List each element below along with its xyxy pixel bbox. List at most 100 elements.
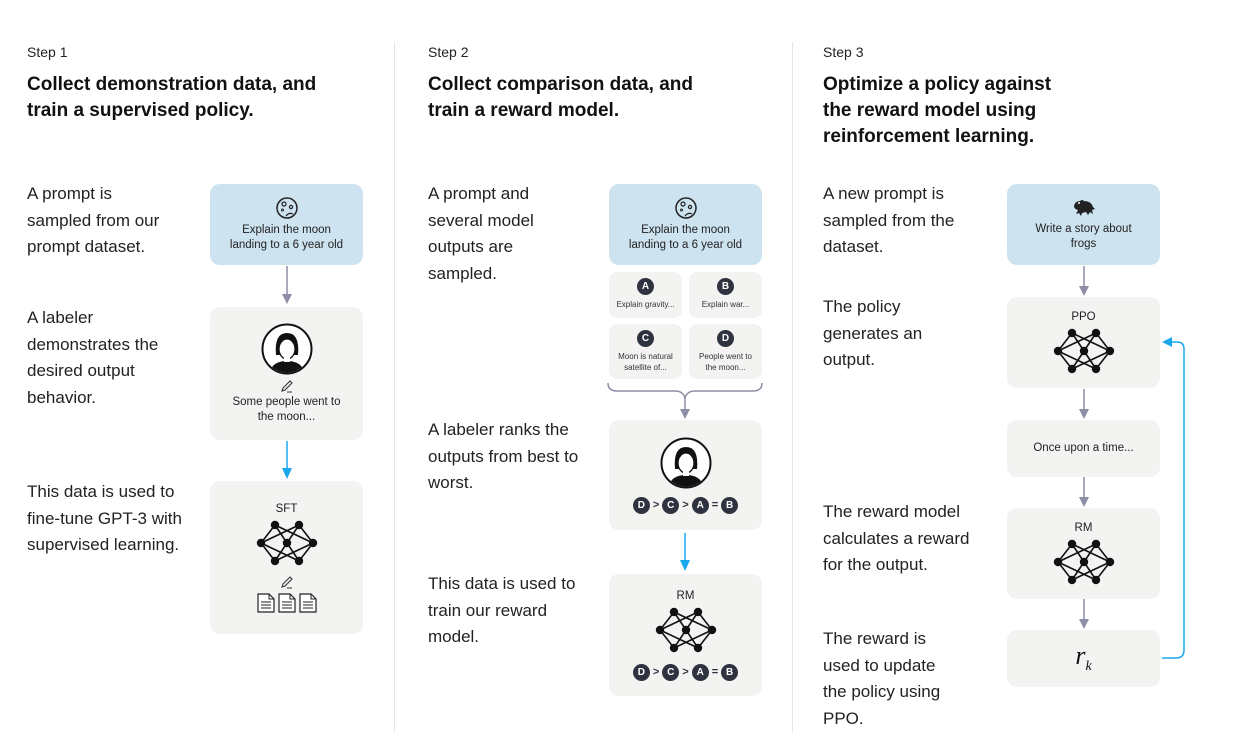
step-title: Collect demonstration data, and train a … (27, 74, 317, 121)
nn-node (1091, 539, 1100, 548)
rank-operator: > (652, 666, 660, 678)
step-description: This data is used to fine-tune GPT-3 wit… (27, 482, 182, 554)
training-documents (256, 592, 317, 613)
nn-node (1053, 346, 1062, 355)
training-arrow (282, 441, 292, 479)
nn-node (1067, 575, 1076, 584)
reward-subscript: k (1085, 659, 1092, 675)
rank-badge: D (632, 496, 650, 514)
nn-node (1079, 557, 1088, 566)
prompt-text: Explain the moon landing to a 6 year old (229, 224, 344, 251)
output-text: People went to the moon... (699, 352, 752, 372)
merge-brace-arrow (607, 382, 763, 419)
labeler-demonstration-box: Some people went to the moon... (210, 307, 363, 440)
step-2-column: Step 2 Collect comparison data, and trai… (395, 0, 792, 747)
output-badge: B (717, 278, 734, 295)
nn-node (1105, 346, 1114, 355)
rank-badge: D (632, 663, 650, 681)
ranking-row: D > C > A = B (632, 663, 739, 681)
nn-node (1091, 364, 1100, 373)
rank-operator: > (652, 499, 660, 511)
nn-node (270, 556, 279, 565)
step-description: The reward is used to update the policy … (823, 629, 941, 728)
output-badge: A (637, 278, 654, 295)
neural-network-icon (1051, 538, 1117, 586)
pencil-icon (280, 575, 294, 589)
nn-node (256, 538, 265, 547)
flow-arrow (1079, 389, 1089, 419)
nn-node (1105, 557, 1114, 566)
rank-operator: = (711, 499, 719, 511)
rank-operator: = (711, 666, 719, 678)
rank-operator: > (682, 499, 689, 511)
output-text: Once upon a time... (1033, 442, 1134, 454)
reward-value-box: rk (1007, 630, 1160, 687)
step-label: Step 1 (27, 44, 68, 60)
nn-node (1067, 364, 1076, 373)
output-text: Moon is natural satellite of... (618, 352, 673, 372)
flow-arrow (1079, 477, 1089, 507)
demonstration-text: Some people went to the moon... (232, 395, 341, 423)
nn-node (681, 625, 690, 634)
document-icon (277, 592, 296, 613)
policy-update-loop-arrow (1162, 337, 1185, 659)
prompt-box: Write a story about frogs (1007, 184, 1160, 265)
step-description: A labeler demonstrates the desired outpu… (27, 308, 159, 407)
sft-model-box: SFT (210, 481, 363, 634)
document-icon (298, 592, 317, 613)
flow-arrow (1079, 266, 1089, 296)
rank-badge: B (721, 663, 739, 681)
model-output-a: A Explain gravity... (609, 272, 682, 318)
prompt-box: Explain the moon landing to a 6 year old (210, 184, 363, 265)
model-label: SFT (275, 502, 298, 515)
nn-node (707, 625, 716, 634)
labeler-ranking-box: D > C > A = B (609, 420, 762, 530)
policy-output-box: Once upon a time... (1007, 420, 1160, 477)
output-text: Explain gravity... (616, 300, 675, 309)
step-title: Collect comparison data, and train a rew… (428, 74, 693, 121)
rank-badge: B (721, 496, 739, 514)
rank-operator: > (682, 666, 689, 678)
nn-node (669, 607, 678, 616)
reward-symbol: rk (1075, 641, 1091, 675)
nn-node (669, 643, 678, 652)
output-badge: C (637, 330, 654, 347)
labeler-avatar-icon (261, 323, 313, 375)
frog-icon (1071, 197, 1097, 219)
reward-model-box: RM (1007, 508, 1160, 599)
rank-badge: A (691, 496, 709, 514)
flow-arrow (282, 266, 292, 304)
prompt-text: Explain the moon landing to a 6 year old (628, 224, 743, 251)
nn-node (693, 607, 702, 616)
rank-badge: C (662, 663, 680, 681)
nn-node (1067, 539, 1076, 548)
model-label: RM (1074, 521, 1093, 534)
reward-model-box: RM D > C > A = B (609, 574, 762, 696)
output-text: Explain war... (701, 300, 750, 309)
moon-icon (275, 196, 299, 220)
step-description: A prompt is sampled from our prompt data… (27, 184, 160, 256)
pencil-icon (280, 379, 294, 393)
step-title: Optimize a policy against the reward mod… (823, 74, 1052, 147)
model-output-d: D People went to the moon... (689, 324, 762, 379)
model-output-c: C Moon is natural satellite of... (609, 324, 682, 379)
step-description: A labeler ranks the outputs from best to… (428, 420, 579, 492)
prompt-box: Explain the moon landing to a 6 year old (609, 184, 762, 265)
nn-node (693, 643, 702, 652)
flow-arrow (1079, 599, 1089, 629)
step-3-column: Step 3 Optimize a policy against the rew… (793, 0, 1250, 747)
document-icon (256, 592, 275, 613)
prompt-text: Write a story about frogs (1035, 223, 1132, 250)
nn-node (308, 538, 317, 547)
nn-node (270, 520, 279, 529)
ranking-row: D > C > A = B (632, 496, 739, 514)
neural-network-icon (1051, 327, 1117, 375)
nn-node (1091, 328, 1100, 337)
rank-badge: A (691, 663, 709, 681)
step-description: This data is used to train our reward mo… (428, 574, 576, 646)
nn-node (294, 520, 303, 529)
step-description: A prompt and several model outputs are s… (428, 184, 534, 283)
nn-node (294, 556, 303, 565)
step-description: A new prompt is sampled from the dataset… (823, 184, 955, 256)
reward-symbol-letter: r (1075, 641, 1086, 671)
